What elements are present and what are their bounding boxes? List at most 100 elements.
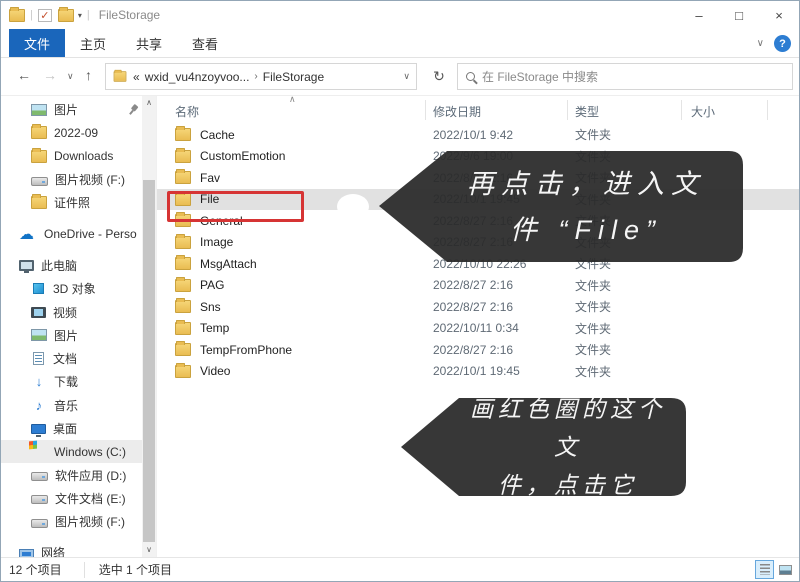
callout-bottom: 画红色圈的这个文 件，点击它 [399, 397, 687, 497]
tab-home[interactable]: 主页 [65, 29, 121, 57]
forward-button[interactable]: → [43, 67, 57, 83]
sidebar-item[interactable]: 视频 [1, 300, 142, 323]
sidebar-item[interactable]: 图片视频 (F:) [1, 510, 142, 533]
close-button[interactable]: × [759, 1, 799, 29]
file-type: 文件夹 [575, 363, 611, 380]
folder-icon [175, 257, 191, 270]
sidebar-item-icon [31, 307, 46, 318]
sidebar-item[interactable]: 文档 [1, 347, 142, 370]
file-date-modified: 2022/8/27 2:16 [433, 300, 513, 314]
folder-icon [175, 150, 191, 163]
sidebar-item[interactable]: Downloads [1, 145, 142, 168]
breadcrumb-separator-icon: › [254, 71, 257, 82]
sidebar-item-icon [31, 126, 47, 139]
properties-checkbox-icon[interactable]: ✓ [38, 9, 52, 22]
up-button[interactable]: ↑ [85, 67, 92, 83]
sidebar-item-label: 软件应用 (D:) [55, 467, 126, 484]
search-box[interactable] [457, 63, 793, 90]
column-divider[interactable] [567, 100, 568, 120]
sidebar-item-label: Windows (C:) [54, 445, 126, 459]
sidebar-item-label: 证件照 [54, 194, 90, 211]
sidebar-item-label: 图片 [54, 327, 78, 344]
tab-view[interactable]: 查看 [177, 29, 233, 57]
column-divider[interactable] [681, 100, 682, 120]
ribbon-collapse-icon[interactable]: ∨ [757, 38, 764, 49]
column-header-name[interactable]: 名称 [175, 103, 199, 120]
scrollbar-thumb[interactable] [143, 180, 155, 542]
address-dropdown-icon[interactable]: ∨ [403, 71, 410, 82]
thumbnail-view-icon [779, 565, 792, 575]
sidebar-item-icon [19, 549, 34, 557]
file-date-modified: 2022/8/27 2:16 [433, 343, 513, 357]
recent-locations-icon[interactable]: ∨ [67, 71, 74, 82]
file-type: 文件夹 [575, 298, 611, 315]
breadcrumb-parent[interactable]: wxid_vu4nzoyvoo... [145, 70, 250, 84]
sidebar-item-icon [31, 104, 47, 116]
column-divider[interactable] [767, 100, 768, 120]
sidebar-item[interactable]: 2022-09 [1, 121, 142, 144]
sidebar-item[interactable]: 证件照 [1, 191, 142, 214]
sidebar-item[interactable]: Windows (C:) [1, 440, 142, 463]
sidebar-item-label: 视频 [53, 304, 77, 321]
details-view-button[interactable] [755, 560, 774, 579]
folder-icon [175, 279, 191, 292]
help-button[interactable]: ? [774, 35, 791, 52]
sidebar-item[interactable]: 软件应用 (D:) [1, 463, 142, 486]
sidebar-scrollbar[interactable]: ∧ ∨ [142, 96, 156, 557]
file-name: Image [200, 235, 233, 249]
file-row[interactable]: PAG 2022/8/27 2:16 文件夹 [157, 275, 799, 297]
back-button[interactable]: ← [17, 67, 31, 83]
file-date-modified: 2022/10/1 19:45 [433, 364, 520, 378]
refresh-button[interactable]: ↻ [425, 63, 453, 90]
tab-share[interactable]: 共享 [121, 29, 177, 57]
file-date-modified: 2022/10/11 0:34 [433, 321, 519, 335]
tab-file[interactable]: 文件 [9, 29, 65, 57]
title-bar: | ✓ ▾ | FileStorage – □ × [1, 1, 799, 29]
column-header-type[interactable]: 类型 [575, 103, 599, 120]
column-header-date[interactable]: 修改日期 [433, 103, 481, 120]
sidebar-item[interactable]: 文件文档 (E:) [1, 487, 142, 510]
maximize-button[interactable]: □ [719, 1, 759, 29]
file-row[interactable]: TempFromPhone 2022/8/27 2:16 文件夹 [157, 339, 799, 361]
navigation-pane: 图片 2022-09 Downloads 图片视频 (F: [1, 96, 156, 557]
sidebar-item-icon [33, 352, 44, 365]
sidebar-item-label: 下载 [54, 373, 78, 390]
sidebar-item[interactable]: ↓ 下载 [1, 370, 142, 393]
sidebar-item[interactable]: 图片视频 (F:) [1, 168, 142, 191]
file-row[interactable]: Cache 2022/10/1 9:42 文件夹 [157, 124, 799, 146]
sidebar-item[interactable]: 桌面 [1, 417, 142, 440]
sidebar-item[interactable]: 此电脑 [1, 254, 142, 277]
folder-icon [175, 300, 191, 313]
file-name: CustomEmotion [200, 149, 285, 163]
sidebar-item[interactable]: 网络 [1, 541, 142, 557]
column-divider[interactable] [425, 100, 426, 120]
folder-icon [175, 236, 191, 249]
pin-icon [126, 102, 140, 116]
address-bar[interactable]: « wxid_vu4nzoyvoo... › FileStorage ∨ [105, 63, 417, 90]
thumbnail-view-button[interactable] [776, 560, 795, 579]
column-header-size[interactable]: 大小 [691, 103, 715, 120]
sidebar-item[interactable]: 图片 [1, 324, 142, 347]
search-input[interactable] [482, 70, 784, 84]
sidebar-item[interactable]: 图片 [1, 98, 142, 121]
file-row[interactable]: Temp 2022/10/11 0:34 文件夹 [157, 318, 799, 340]
sidebar-item-icon: ↓ [31, 375, 47, 388]
callout-bottom-text: 画红色圈的这个文 件，点击它 [457, 397, 679, 497]
sidebar-item-label: 图片视频 (F:) [55, 171, 125, 188]
breadcrumb-current[interactable]: FileStorage [263, 70, 324, 84]
quick-access-toolbar-caret-icon[interactable]: ▾ [78, 11, 82, 20]
sidebar-item[interactable]: 3D 对象 [1, 277, 142, 300]
file-name: Fav [200, 171, 220, 185]
address-folder-icon [114, 71, 127, 81]
file-row[interactable]: Video 2022/10/1 19:45 文件夹 [157, 361, 799, 383]
sidebar-item[interactable]: ♪ 音乐 [1, 394, 142, 417]
breadcrumb-prefix: « [133, 70, 140, 84]
divider: | [30, 9, 33, 21]
scroll-up-icon[interactable]: ∧ [142, 96, 156, 110]
sidebar-item[interactable]: ☁ OneDrive - Perso [1, 222, 142, 245]
new-folder-icon[interactable] [58, 9, 74, 22]
scroll-down-icon[interactable]: ∨ [142, 543, 156, 557]
sidebar-item-label: 图片视频 (F:) [55, 513, 125, 530]
minimize-button[interactable]: – [679, 1, 719, 29]
file-row[interactable]: Sns 2022/8/27 2:16 文件夹 [157, 296, 799, 318]
